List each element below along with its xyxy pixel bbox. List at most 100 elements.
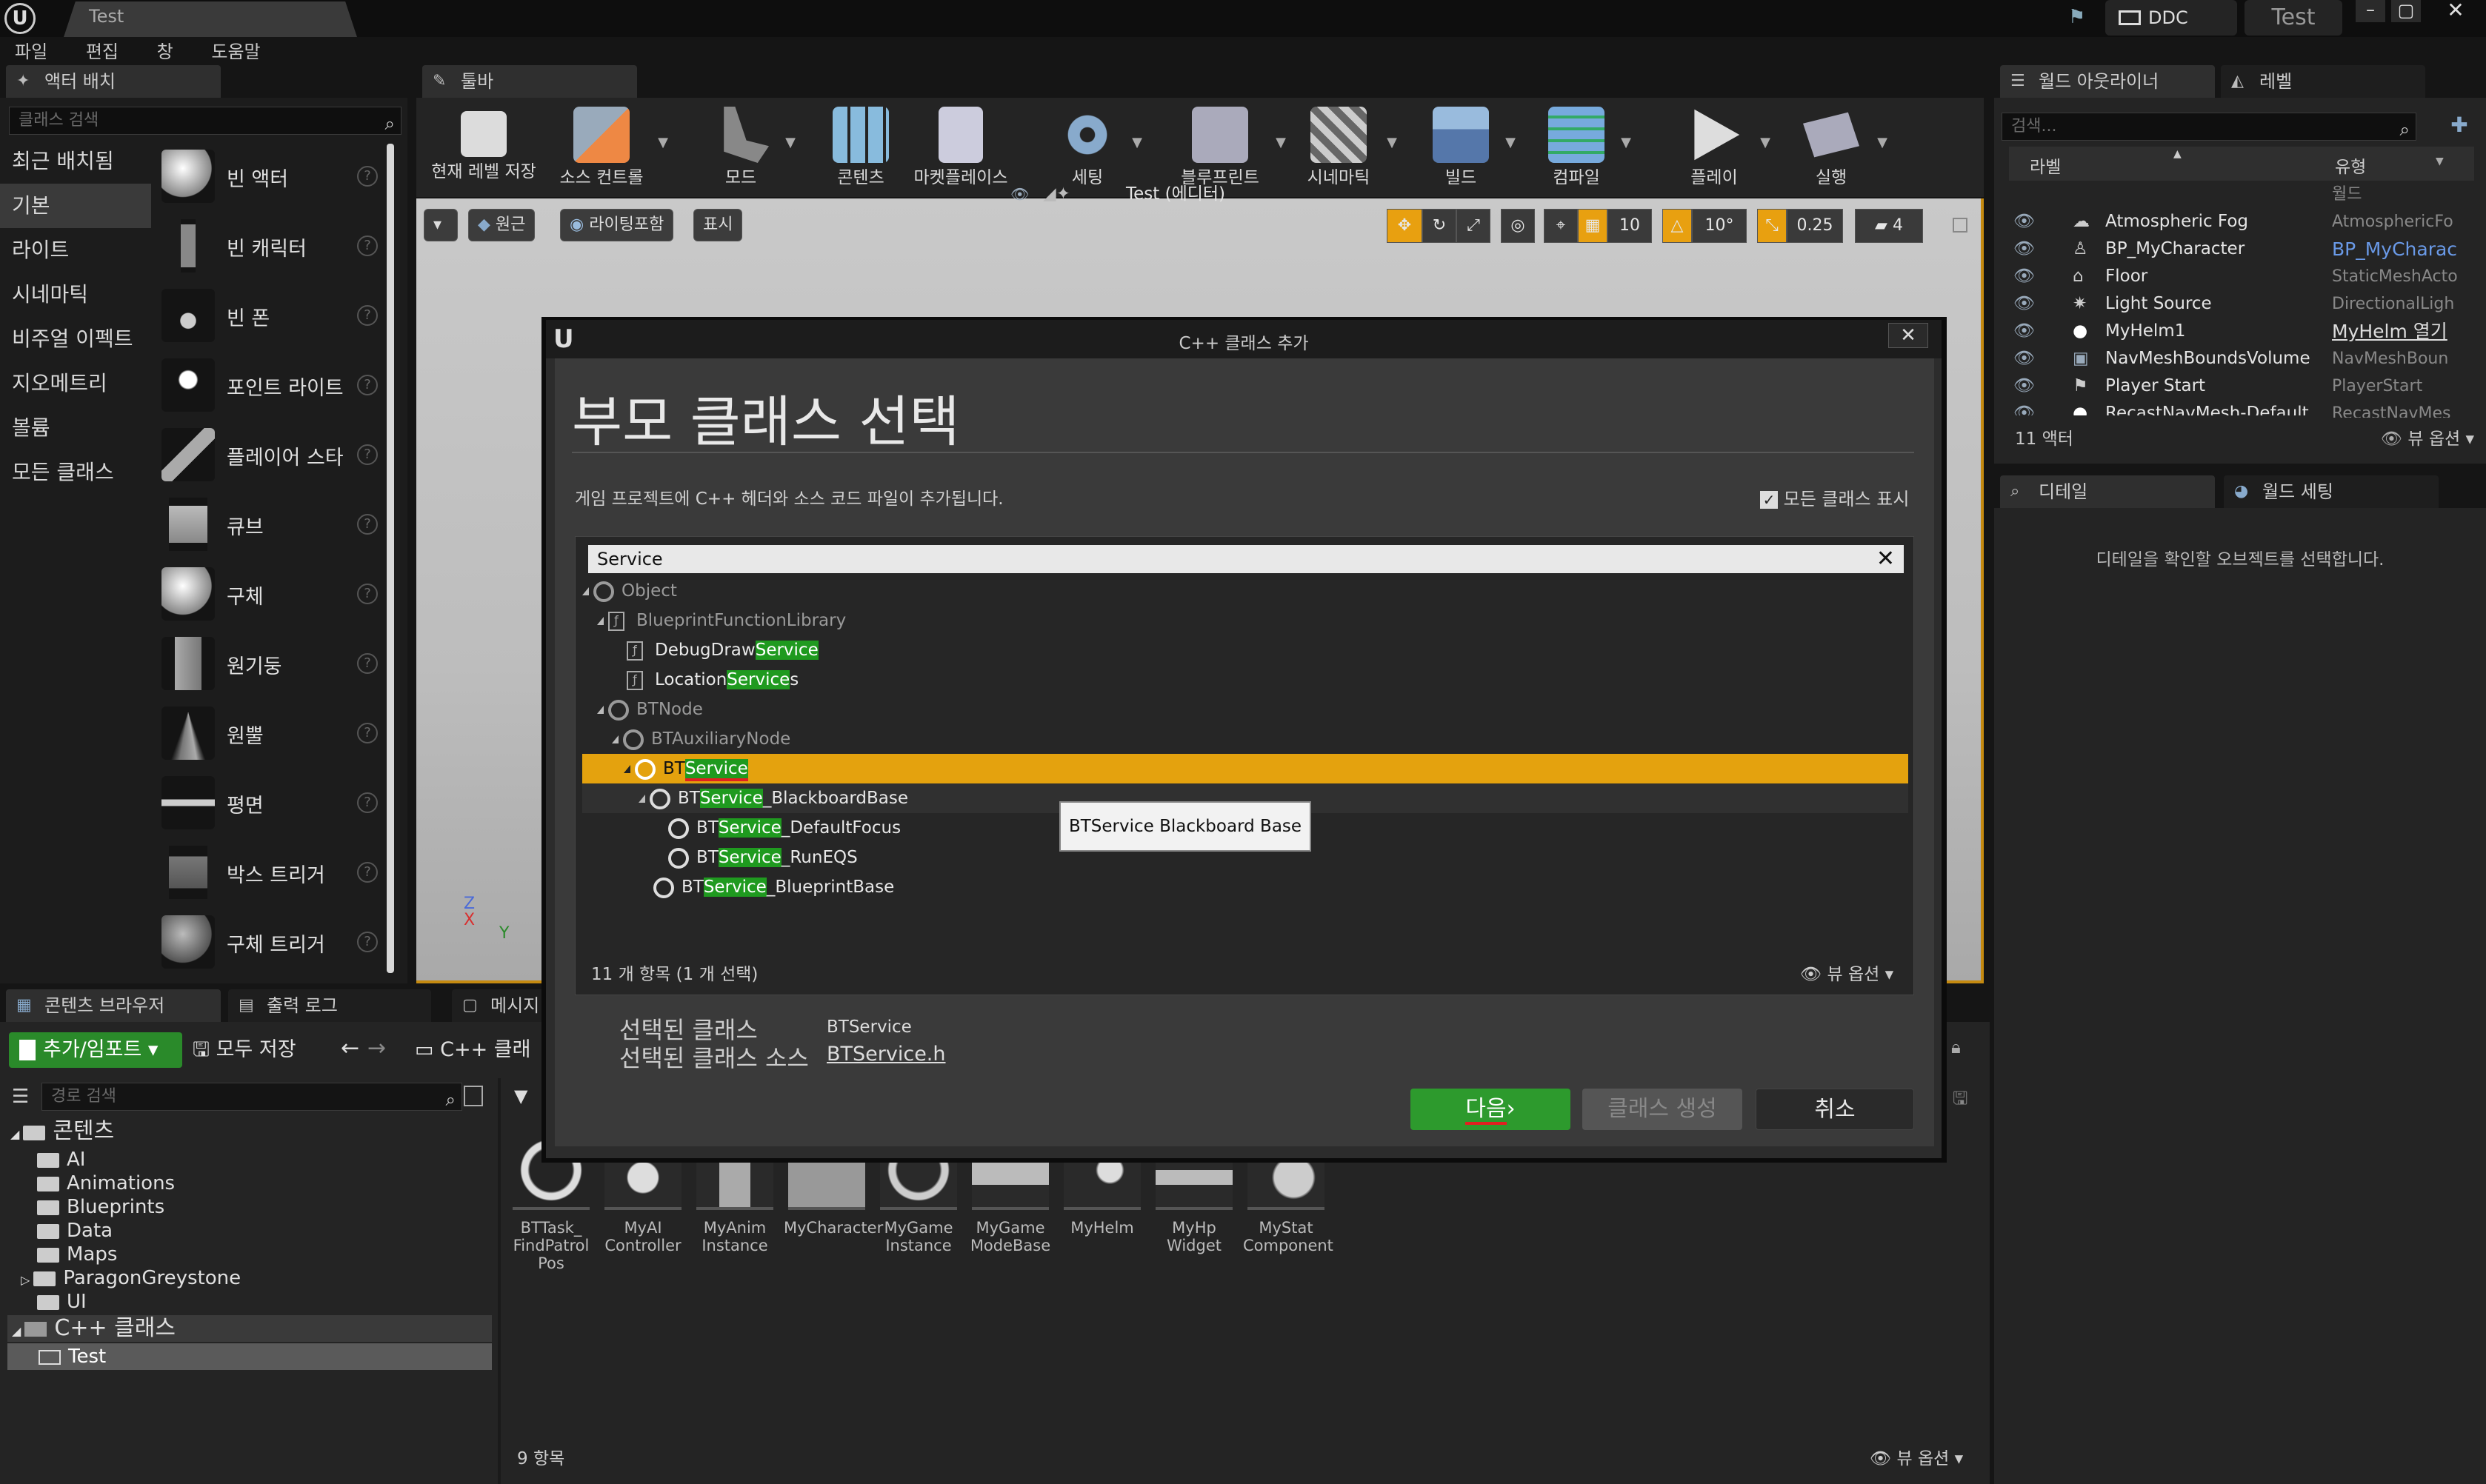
help-icon[interactable]: ? [357, 166, 378, 187]
chevron-down-icon[interactable]: ▼ [1621, 135, 1631, 150]
surface-snap-button[interactable]: ⌖ [1544, 209, 1578, 243]
place-item-plane[interactable]: 평면? [159, 769, 381, 838]
dialog-close-button[interactable]: ✕ [1888, 323, 1928, 348]
chevron-down-icon[interactable]: ▼ [2436, 156, 2444, 167]
tab-levels[interactable]: ◭ 레벨 [2221, 65, 2425, 98]
folder-paragon-greystone[interactable]: ▷ ParagonGreystone [21, 1266, 241, 1290]
tree-row-location-services[interactable]: ƒ LocationServices [627, 665, 799, 695]
save-search-icon[interactable]: 🖫 [1953, 1086, 1967, 1116]
outliner-row[interactable]: 👁 ♙ BP_MyCharacter [2009, 235, 2335, 263]
folder-ui[interactable]: UI [37, 1290, 87, 1314]
tree-row-btservice[interactable]: BTService [624, 754, 748, 783]
view-options-button[interactable]: 👁 뷰 옵션 ▾ [1870, 1444, 1963, 1469]
folder-maps[interactable]: Maps [37, 1243, 117, 1266]
sources-splitter[interactable] [498, 1078, 501, 1484]
help-icon[interactable]: ? [357, 653, 378, 674]
place-item-sphere[interactable]: 구체? [159, 560, 381, 629]
scale-tool-button[interactable]: ⤢ [1456, 209, 1490, 243]
visibility-eye-icon[interactable]: 👁 [1010, 181, 1034, 203]
visibility-eye-icon[interactable]: 👁 [2013, 290, 2035, 318]
cancel-button[interactable]: 취소 [1756, 1089, 1914, 1130]
col-type-header[interactable]: 유형 [2335, 153, 2366, 178]
outliner-row[interactable]: 👁 ⌂ Floor [2009, 263, 2335, 290]
project-name-button[interactable]: Test [2245, 0, 2342, 36]
tab-world-outliner[interactable]: ☰ 월드 아웃라이너 [2000, 65, 2215, 98]
menu-file[interactable]: 파일 [15, 37, 47, 67]
help-icon[interactable]: ? [357, 305, 378, 326]
tab-world-settings[interactable]: ◕ 월드 세팅 [2224, 475, 2439, 508]
visibility-eye-icon[interactable]: 👁 [2013, 318, 2035, 345]
path-search-input[interactable]: 경로 검색 ⌕ [41, 1083, 462, 1111]
scale-snap-value[interactable]: 0.25 [1787, 209, 1843, 243]
path-breadcrumb[interactable]: ▭ C++ 클래 [415, 1032, 530, 1068]
maximize-button[interactable]: ▢ [2391, 0, 2421, 22]
place-item-empty-pawn[interactable]: 빈 폰? [159, 281, 381, 351]
next-button[interactable]: 다음› [1410, 1089, 1570, 1130]
col-label-header[interactable]: 라벨 [2030, 153, 2061, 178]
folder-animations[interactable]: Animations [37, 1172, 175, 1195]
folder-blueprints[interactable]: Blueprints [37, 1195, 164, 1219]
place-item-cylinder[interactable]: 원기둥? [159, 629, 381, 699]
visibility-eye-icon[interactable]: 👁 [2013, 235, 2035, 263]
visibility-eye-icon[interactable]: 👁 [2013, 372, 2035, 400]
chevron-down-icon[interactable]: ▼ [1505, 135, 1516, 150]
folder-cpp-classes[interactable]: ◢ C++ 클래스 [7, 1315, 492, 1342]
play-button[interactable]: 플레이 ▼ [1676, 101, 1770, 193]
place-item-empty-actor[interactable]: 빈 액터? [159, 142, 381, 212]
category-lights[interactable]: 라이트 [0, 228, 151, 273]
folder-data[interactable]: Data [37, 1219, 113, 1243]
chevron-down-icon[interactable]: ▼ [1760, 135, 1770, 150]
help-icon[interactable]: ? [357, 792, 378, 813]
category-geometry[interactable]: 지오메트리 [0, 361, 151, 406]
chevron-down-icon[interactable]: ▼ [658, 135, 668, 150]
outliner-row[interactable]: 👁 ● MyHelm1 [2009, 318, 2335, 345]
view-options-button[interactable]: 👁 뷰 옵션 ▾ [2381, 424, 2474, 455]
minimize-button[interactable]: – [2356, 0, 2385, 22]
filters-button[interactable]: ▼ [514, 1086, 527, 1106]
source-control-icon[interactable]: ⚑ [2068, 6, 2090, 28]
help-icon[interactable]: ? [357, 862, 378, 883]
help-icon[interactable]: ? [357, 514, 378, 535]
place-item-box-trigger[interactable]: 박스 트리거? [159, 838, 381, 908]
open-myhelm-link[interactable]: MyHelm 열기 [2332, 318, 2465, 345]
tree-row-object[interactable]: Object [582, 576, 677, 606]
help-icon[interactable]: ? [357, 235, 378, 256]
help-icon[interactable]: ? [357, 932, 378, 952]
tree-row-bt-auxiliary-node[interactable]: BTAuxiliaryNode [612, 724, 790, 754]
folder-content[interactable]: ◢ 콘텐츠 [10, 1120, 114, 1143]
category-recent[interactable]: 최근 배치됨 [0, 139, 151, 184]
tab-toolbar[interactable]: ✎ 툴바 [422, 65, 637, 98]
lock-icon[interactable]: 🔒︎ [1951, 1037, 1961, 1057]
tree-row-btservice-blackboard-base[interactable]: BTService_BlackboardBase [639, 783, 908, 813]
cinematics-button[interactable]: 시네마틱 ▼ [1298, 101, 1397, 193]
content-button[interactable]: 콘텐츠 [824, 101, 898, 193]
settings-button[interactable]: 세팅 ▼ [1050, 101, 1142, 193]
outliner-row[interactable]: 👁◢✦Test (에디터)월드 [999, 181, 2480, 208]
save-all-button[interactable]: 🖫 모두 저장 [193, 1032, 316, 1068]
tree-row-btnode[interactable]: BTNode [597, 695, 703, 724]
marketplace-button[interactable]: 마켓플레이스 [905, 101, 1016, 193]
class-search-input[interactable]: 클래스 검색 ⌕ [9, 107, 401, 135]
show-all-classes-checkbox[interactable]: ✓ 모든 클래스 표시 [1760, 484, 1909, 510]
blueprints-button[interactable]: 블루프린트 ▼ [1172, 101, 1286, 193]
viewport-options-button[interactable]: ▾ [424, 209, 458, 241]
category-visual-effects[interactable]: 비주얼 이펙트 [0, 317, 151, 361]
outliner-row[interactable]: 👁 ▣ NavMeshBoundsVolume [2009, 345, 2335, 372]
tree-row-btservice-default-focus[interactable]: BTService_DefaultFocus [668, 813, 901, 843]
rotation-snap-value[interactable]: 10° [1692, 209, 1747, 243]
camera-speed-button[interactable]: ▰ 4 [1855, 209, 1923, 243]
selected-source-link[interactable]: BTService.h [827, 1043, 946, 1066]
tab-details[interactable]: ⌕ 디테일 [2000, 475, 2215, 508]
tree-row-btservice-blueprint-base[interactable]: BTService_BlueprintBase [653, 872, 894, 902]
modes-button[interactable]: 모드 ▼ [704, 101, 796, 193]
tree-row-btservice-run-eqs[interactable]: BTService_RunEQS [668, 843, 858, 872]
edit-blueprint-link[interactable]: BP_MyCharac [2332, 235, 2465, 263]
lighting-mode-button[interactable]: ◉ 라이팅포함 [560, 209, 674, 241]
category-volumes[interactable]: 볼륨 [0, 406, 151, 450]
clear-search-icon[interactable]: ✕ [1876, 545, 1895, 573]
collections-icon[interactable] [464, 1086, 483, 1106]
menu-window[interactable]: 창 [157, 37, 173, 67]
menu-edit[interactable]: 편집 [86, 37, 119, 67]
ddc-button[interactable]: DDC [2105, 0, 2237, 36]
level-tab[interactable]: Test [64, 1, 357, 37]
